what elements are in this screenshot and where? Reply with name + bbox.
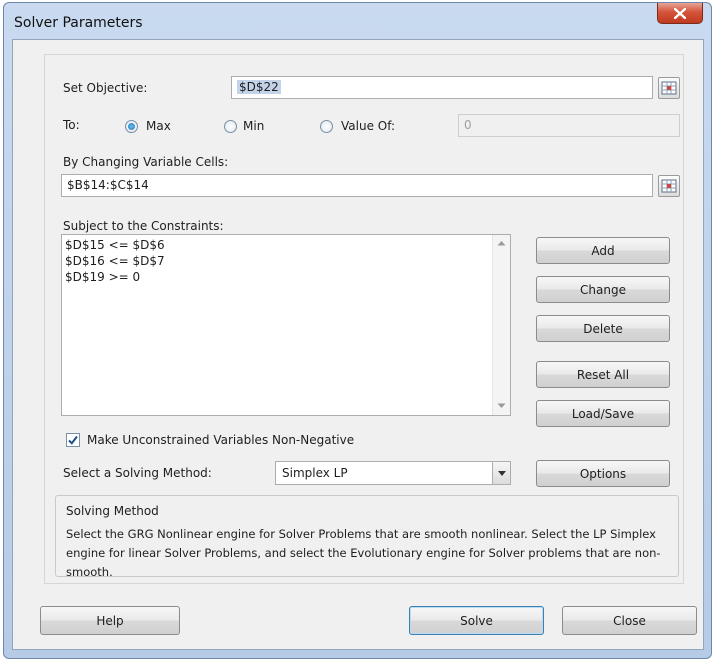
solving-method-group-title: Solving Method [66, 504, 159, 518]
close-window-button[interactable] [657, 3, 703, 24]
scroll-up-arrow-icon[interactable] [497, 240, 506, 246]
list-item[interactable]: $D$16 <= $D$7 [65, 254, 165, 268]
options-button-label: Options [579, 466, 627, 481]
set-objective-input[interactable]: $D$22 [231, 76, 653, 99]
reset-all-button[interactable]: Reset All [536, 361, 670, 388]
change-button[interactable]: Change [536, 276, 670, 303]
close-icon [674, 7, 686, 19]
help-button[interactable]: Help [40, 606, 180, 635]
add-button-label: Add [591, 243, 615, 258]
solving-method-select[interactable]: Simplex LP [275, 461, 511, 485]
range-picker-icon [661, 81, 677, 95]
objective-range-picker-button[interactable] [658, 77, 680, 99]
solver-parameters-dialog: Solver Parameters Set Objective: $D$22 T… [3, 2, 712, 659]
make-nonnegative-checkbox[interactable] [66, 433, 80, 447]
dialog-title: Solver Parameters [14, 15, 143, 31]
constraints-listbox[interactable]: $D$15 <= $D$6 $D$16 <= $D$7 $D$19 >= 0 [61, 234, 511, 416]
min-radio[interactable] [224, 120, 237, 133]
make-nonnegative-label: Make Unconstrained Variables Non-Negativ… [87, 433, 355, 447]
add-button[interactable]: Add [536, 237, 670, 264]
value-of-radio-label: Value Of: [341, 119, 396, 133]
changing-cells-label: By Changing Variable Cells: [63, 155, 229, 169]
set-objective-value: $D$22 [237, 80, 281, 94]
reset-all-button-label: Reset All [576, 367, 630, 382]
dropdown-arrow-icon[interactable] [492, 462, 510, 484]
scroll-down-arrow-icon[interactable] [497, 403, 506, 409]
help-button-label: Help [96, 613, 124, 628]
to-label: To: [63, 118, 80, 132]
solving-method-group: Solving Method Select the GRG Nonlinear … [55, 495, 679, 579]
load-save-button[interactable]: Load/Save [536, 400, 670, 427]
delete-button-label: Delete [583, 321, 623, 336]
solving-method-label: Select a Solving Method: [63, 466, 212, 480]
solve-button-label: Solve [460, 613, 493, 628]
solving-method-value: Simplex LP [282, 466, 348, 480]
constraints-label: Subject to the Constraints: [63, 219, 224, 233]
solving-method-description: Select the GRG Nonlinear engine for Solv… [66, 527, 661, 579]
changing-cells-input[interactable]: $B$14:$C$14 [61, 174, 653, 197]
close-button[interactable]: Close [562, 606, 697, 635]
max-radio-label: Max [146, 119, 171, 133]
max-radio[interactable] [125, 120, 138, 133]
range-picker-icon [661, 179, 677, 193]
options-button[interactable]: Options [536, 460, 670, 487]
constraints-scrollbar[interactable] [492, 235, 510, 415]
checkmark-icon [68, 435, 78, 445]
set-objective-label: Set Objective: [63, 81, 148, 95]
load-save-button-label: Load/Save [571, 406, 635, 421]
changing-cells-range-picker-button[interactable] [658, 175, 680, 197]
list-item[interactable]: $D$15 <= $D$6 [65, 238, 165, 252]
value-of-input[interactable]: 0 [458, 114, 680, 137]
value-of-radio[interactable] [320, 120, 333, 133]
solve-button[interactable]: Solve [409, 606, 544, 635]
title-bar: Solver Parameters [4, 3, 711, 39]
dialog-client-area: Set Objective: $D$22 To: Max Min Value O… [12, 39, 704, 650]
delete-button[interactable]: Delete [536, 315, 670, 342]
min-radio-label: Min [243, 119, 265, 133]
close-button-label: Close [613, 613, 646, 628]
change-button-label: Change [580, 282, 626, 297]
list-item[interactable]: $D$19 >= 0 [65, 270, 140, 284]
